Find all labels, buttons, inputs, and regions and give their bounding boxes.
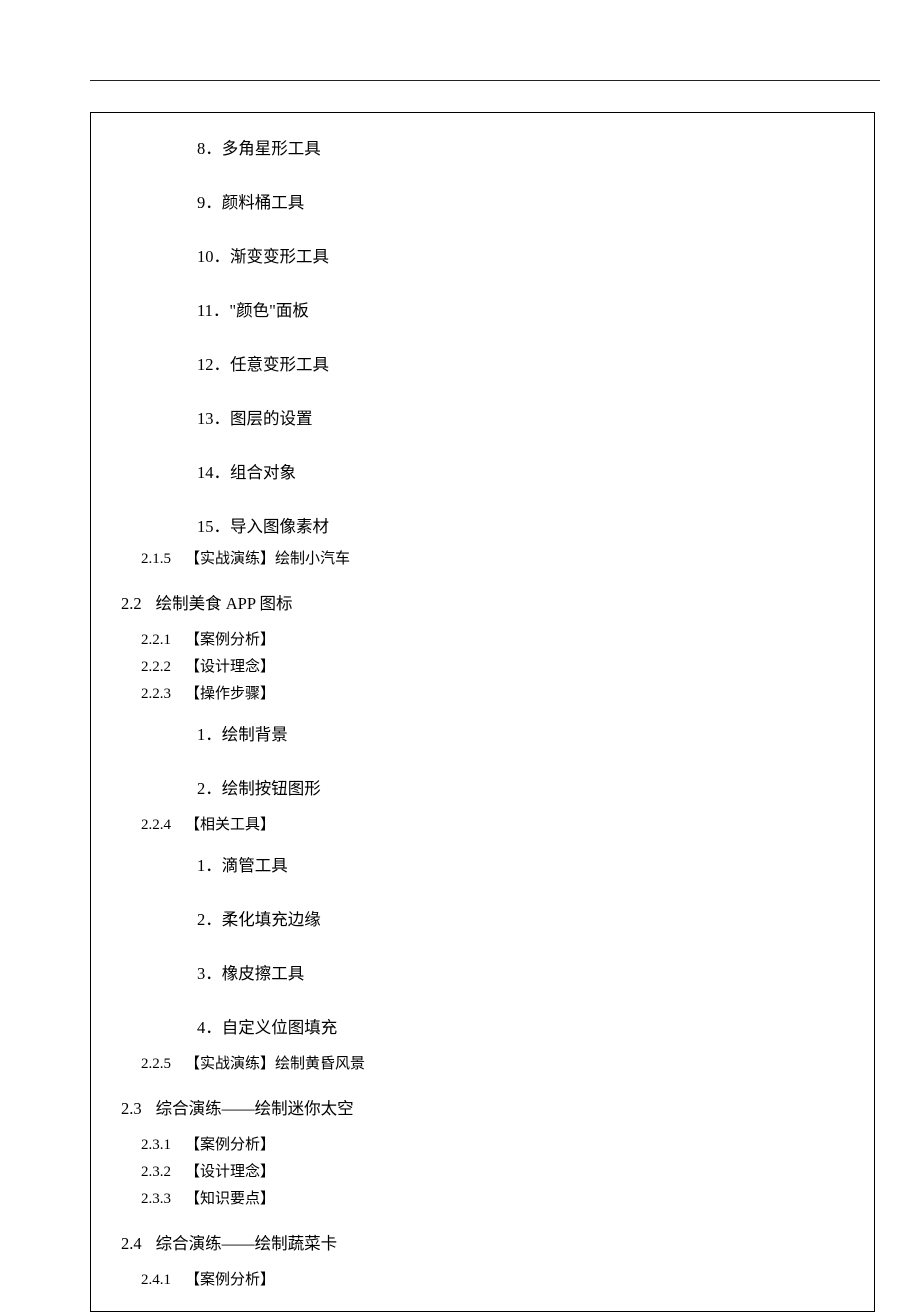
- toc-label: 【实战演练】绘制小汽车: [185, 551, 350, 567]
- list-item: 2．柔化填充边缘: [197, 906, 844, 930]
- item-number: 14: [197, 463, 214, 482]
- list-item: 1．滴管工具: [197, 852, 844, 876]
- item-number: 3: [197, 964, 205, 983]
- item-text: ．橡皮擦工具: [205, 964, 304, 983]
- item-number: 15: [197, 517, 214, 536]
- toc-label: 【设计理念】: [185, 1164, 275, 1180]
- item-number: 8: [197, 139, 205, 158]
- toc-entry: 2.2.3 【操作步骤】: [141, 682, 844, 703]
- toc-entry: 2.3.3 【知识要点】: [141, 1187, 844, 1208]
- list-item: 11．"颜色"面板: [197, 297, 844, 321]
- item-text: ．绘制按钮图形: [205, 779, 321, 798]
- toc-label: 【操作步骤】: [185, 686, 275, 702]
- toc-label: 【知识要点】: [185, 1191, 275, 1207]
- item-text: ．任意变形工具: [214, 355, 330, 374]
- toc-index: 2.3.1: [141, 1137, 171, 1153]
- list-item: 10．渐变变形工具: [197, 243, 844, 267]
- toc-label: 【设计理念】: [185, 659, 275, 675]
- item-number: 4: [197, 1018, 205, 1037]
- item-text: ．渐变变形工具: [214, 247, 330, 266]
- item-text: ．组合对象: [214, 463, 297, 482]
- toc-index: 2.1.5: [141, 551, 171, 567]
- toc-index: 2.2.4: [141, 817, 171, 833]
- list-item: 15．导入图像素材: [197, 513, 844, 537]
- section-number: 2.4: [121, 1234, 142, 1253]
- toc-entry: 2.3.2 【设计理念】: [141, 1160, 844, 1181]
- item-text: ．"颜色"面板: [213, 301, 309, 320]
- toc-index: 2.4.1: [141, 1272, 171, 1288]
- section-heading: 2.2 绘制美食 APP 图标: [121, 590, 844, 614]
- list-item: 4．自定义位图填充: [197, 1014, 844, 1038]
- toc-label: 【相关工具】: [185, 817, 275, 833]
- toc-index: 2.2.5: [141, 1056, 171, 1072]
- item-number: 13: [197, 409, 214, 428]
- section-heading: 2.4 综合演练——绘制蔬菜卡: [121, 1230, 844, 1254]
- toc-entry: 2.2.5 【实战演练】绘制黄昏风景: [141, 1052, 844, 1073]
- toc-label: 【实战演练】绘制黄昏风景: [185, 1056, 365, 1072]
- item-number: 9: [197, 193, 205, 212]
- list-item: 2．绘制按钮图形: [197, 775, 844, 799]
- toc-entry: 2.2.1 【案例分析】: [141, 628, 844, 649]
- toc-index: 2.3.3: [141, 1191, 171, 1207]
- item-text: ．柔化填充边缘: [205, 910, 321, 929]
- item-text: ．多角星形工具: [205, 139, 321, 158]
- toc-index: 2.2.3: [141, 686, 171, 702]
- item-text: ．滴管工具: [205, 856, 288, 875]
- item-text: ．绘制背景: [205, 725, 288, 744]
- section-number: 2.3: [121, 1099, 142, 1118]
- toc-label: 【案例分析】: [185, 1272, 275, 1288]
- list-item: 8．多角星形工具: [197, 135, 844, 159]
- section-number: 2.2: [121, 594, 142, 613]
- toc-label: 【案例分析】: [185, 632, 275, 648]
- item-number: 1: [197, 856, 205, 875]
- toc-index: 2.2.1: [141, 632, 171, 648]
- item-text: ．自定义位图填充: [205, 1018, 337, 1037]
- toc-index: 2.2.2: [141, 659, 171, 675]
- section-title-text: 绘制美食 APP 图标: [156, 594, 293, 613]
- item-text: ．颜料桶工具: [205, 193, 304, 212]
- section-heading: 2.3 综合演练——绘制迷你太空: [121, 1095, 844, 1119]
- item-number: 1: [197, 725, 205, 744]
- item-text: ．导入图像素材: [214, 517, 330, 536]
- section-title-text: 综合演练——绘制蔬菜卡: [156, 1234, 338, 1253]
- content-frame: 8．多角星形工具 9．颜料桶工具 10．渐变变形工具 11．"颜色"面板 12．…: [90, 112, 875, 1312]
- list-item: 1．绘制背景: [197, 721, 844, 745]
- item-number: 2: [197, 910, 205, 929]
- item-number: 2: [197, 779, 205, 798]
- toc-index: 2.3.2: [141, 1164, 171, 1180]
- item-number: 11: [197, 301, 213, 320]
- toc-entry: 2.2.2 【设计理念】: [141, 655, 844, 676]
- toc-entry: 2.1.5 【实战演练】绘制小汽车: [141, 547, 844, 568]
- item-number: 10: [197, 247, 214, 266]
- toc-entry: 2.2.4 【相关工具】: [141, 813, 844, 834]
- toc-label: 【案例分析】: [185, 1137, 275, 1153]
- item-text: ．图层的设置: [214, 409, 313, 428]
- list-item: 3．橡皮擦工具: [197, 960, 844, 984]
- list-item: 13．图层的设置: [197, 405, 844, 429]
- item-number: 12: [197, 355, 214, 374]
- toc-entry: 2.4.1 【案例分析】: [141, 1268, 844, 1289]
- list-item: 12．任意变形工具: [197, 351, 844, 375]
- toc-entry: 2.3.1 【案例分析】: [141, 1133, 844, 1154]
- list-item: 14．组合对象: [197, 459, 844, 483]
- section-title-text: 综合演练——绘制迷你太空: [156, 1099, 354, 1118]
- list-item: 9．颜料桶工具: [197, 189, 844, 213]
- header-rule: [90, 80, 880, 81]
